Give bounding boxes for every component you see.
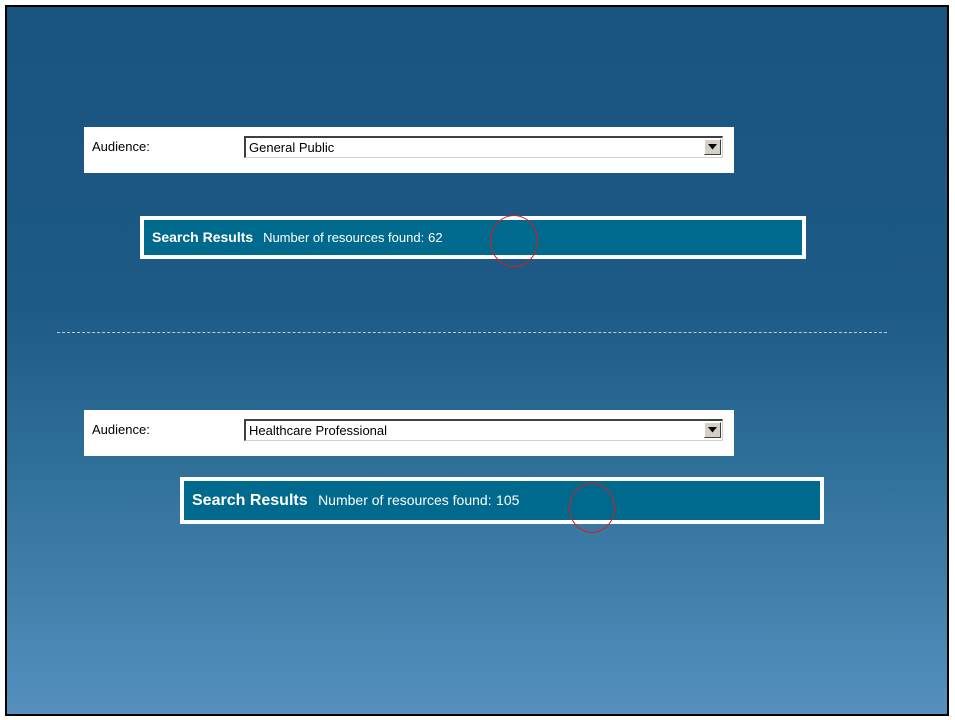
audience-select[interactable]: General Public	[244, 136, 723, 158]
audience-panel-top: Audience: General Public	[84, 127, 734, 173]
audience-select-value: General Public	[249, 140, 335, 155]
search-results-title: Search Results	[152, 229, 254, 245]
dropdown-arrow-icon[interactable]	[704, 139, 721, 155]
search-results-bar-bottom: Search Results Number of resources found…	[180, 477, 824, 524]
section-divider	[57, 332, 887, 333]
highlight-circle	[569, 483, 615, 533]
dropdown-arrow-icon[interactable]	[704, 422, 721, 438]
audience-label: Audience:	[92, 422, 150, 437]
search-results-title: Search Results	[192, 492, 308, 509]
resources-count: 62	[428, 230, 443, 245]
resources-found-label: Number of resources found:	[318, 492, 492, 508]
audience-select[interactable]: Healthcare Professional	[244, 419, 723, 441]
search-results-bar-top: Search Results Number of resources found…	[140, 216, 806, 259]
audience-label: Audience:	[92, 139, 150, 154]
resources-found-label: Number of resources found:	[263, 230, 425, 245]
audience-select-value: Healthcare Professional	[249, 423, 388, 438]
resources-count: 105	[496, 492, 520, 508]
highlight-circle	[490, 215, 538, 267]
slide: Audience: General Public Search Results …	[5, 5, 949, 716]
audience-panel-bottom: Audience: Healthcare Professional	[84, 410, 734, 456]
